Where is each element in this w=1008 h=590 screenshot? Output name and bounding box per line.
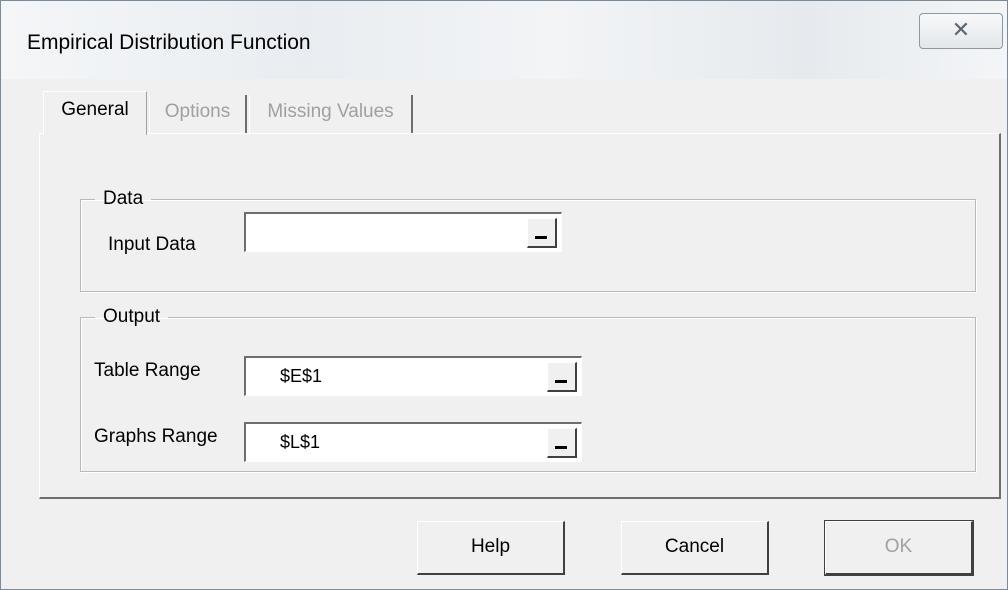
close-button[interactable]: ✕ bbox=[919, 13, 1003, 49]
table-range-field[interactable]: $E$1 bbox=[244, 356, 582, 396]
tab-options[interactable]: Options bbox=[149, 95, 247, 133]
table-range-value: $E$1 bbox=[280, 366, 323, 386]
graphs-range-label: Graphs Range bbox=[94, 426, 218, 447]
tab-panel-general: Data Input Data Output Table Range $E$1 … bbox=[39, 133, 1001, 499]
cancel-button[interactable]: Cancel bbox=[621, 521, 769, 575]
tab-general[interactable]: General bbox=[43, 91, 147, 135]
close-icon: ✕ bbox=[951, 17, 971, 42]
tab-missing-values-label: Missing Values bbox=[267, 101, 394, 122]
input-data-label: Input Data bbox=[108, 234, 196, 255]
help-button[interactable]: Help bbox=[417, 521, 565, 575]
table-range-range-button[interactable] bbox=[547, 362, 577, 392]
range-select-icon bbox=[555, 446, 567, 449]
tab-general-label: General bbox=[61, 99, 129, 120]
input-data-range-button[interactable] bbox=[527, 218, 557, 248]
ok-button[interactable]: OK bbox=[824, 520, 974, 576]
input-data-field[interactable] bbox=[244, 212, 562, 252]
range-select-icon bbox=[555, 380, 567, 383]
output-group-legend: Output bbox=[103, 306, 161, 327]
graphs-range-value: $L$1 bbox=[280, 432, 321, 452]
tab-missing-values[interactable]: Missing Values bbox=[249, 95, 413, 133]
tab-options-label: Options bbox=[164, 101, 231, 122]
range-select-icon bbox=[535, 236, 547, 239]
dialog-window: Empirical Distribution Function ✕ Genera… bbox=[0, 0, 1008, 590]
table-range-label: Table Range bbox=[94, 360, 201, 381]
graphs-range-range-button[interactable] bbox=[547, 428, 577, 458]
window-title: Empirical Distribution Function bbox=[27, 31, 311, 54]
title-bar: Empirical Distribution Function ✕ bbox=[1, 1, 1007, 79]
graphs-range-field[interactable]: $L$1 bbox=[244, 422, 582, 462]
data-group-legend: Data bbox=[103, 188, 144, 209]
